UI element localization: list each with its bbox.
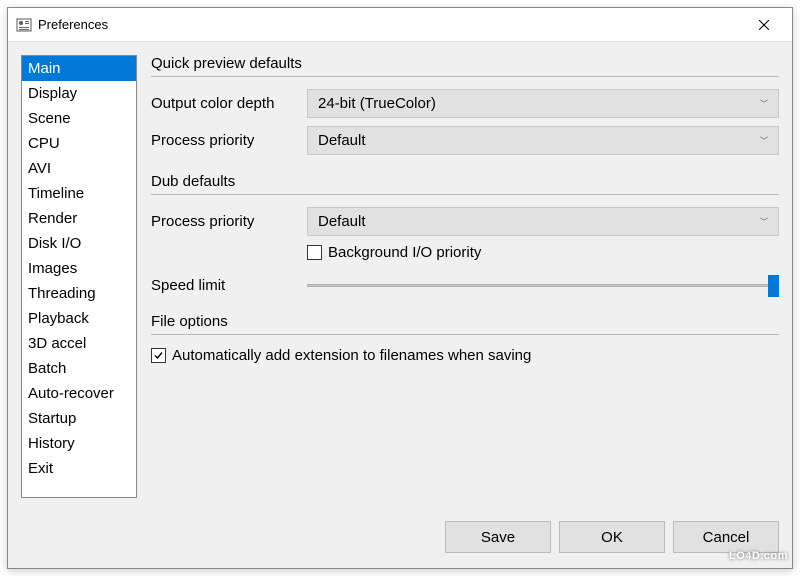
dropdown-dub-priority[interactable]: Default ﹀ xyxy=(307,207,779,236)
chevron-down-icon: ﹀ xyxy=(760,216,768,227)
dropdown-color-depth[interactable]: 24-bit (TrueColor) ﹀ xyxy=(307,89,779,118)
slider-speed-limit[interactable] xyxy=(307,275,779,295)
divider xyxy=(151,194,779,195)
divider xyxy=(151,334,779,335)
titlebar: Preferences xyxy=(8,8,792,42)
gear-icon xyxy=(16,17,32,33)
label-bg-io: Background I/O priority xyxy=(328,244,481,261)
row-dub-priority: Process priority Default ﹀ xyxy=(151,207,779,236)
row-speed-limit: Speed limit xyxy=(151,275,779,295)
sidebar-item-batch[interactable]: Batch xyxy=(22,356,136,381)
content-area: MainDisplaySceneCPUAVITimelineRenderDisk… xyxy=(8,42,792,568)
sidebar-item-display[interactable]: Display xyxy=(22,81,136,106)
group-title: Dub defaults xyxy=(151,173,779,190)
sidebar-item-timeline[interactable]: Timeline xyxy=(22,181,136,206)
row-quick-priority: Process priority Default ﹀ xyxy=(151,126,779,155)
sidebar-item-render[interactable]: Render xyxy=(22,206,136,231)
ok-button[interactable]: OK xyxy=(559,521,665,553)
label-priority: Process priority xyxy=(151,213,307,230)
group-title: Quick preview defaults xyxy=(151,55,779,72)
sidebar-item-main[interactable]: Main xyxy=(22,56,136,81)
close-button[interactable] xyxy=(744,10,784,40)
window-title: Preferences xyxy=(38,17,744,32)
sidebar-item-images[interactable]: Images xyxy=(22,256,136,281)
slider-track xyxy=(307,284,779,287)
divider xyxy=(151,76,779,77)
row-auto-ext: Automatically add extension to filenames… xyxy=(151,347,779,364)
slider-thumb[interactable] xyxy=(768,275,779,297)
close-icon xyxy=(759,20,769,30)
sidebar-item-history[interactable]: History xyxy=(22,431,136,456)
row-bg-io: Background I/O priority xyxy=(307,244,779,261)
label-speed-limit: Speed limit xyxy=(151,277,307,294)
checkbox-auto-ext[interactable] xyxy=(151,348,166,363)
checkbox-bg-io[interactable] xyxy=(307,245,322,260)
group-file-options: File options Automatically add extension… xyxy=(151,313,779,364)
group-quick-preview: Quick preview defaults Output color dept… xyxy=(151,55,779,155)
sidebar-item-disk-i-o[interactable]: Disk I/O xyxy=(22,231,136,256)
chevron-down-icon: ﹀ xyxy=(760,98,768,109)
dropdown-value: 24-bit (TrueColor) xyxy=(318,95,436,112)
label-color-depth: Output color depth xyxy=(151,95,307,112)
dropdown-value: Default xyxy=(318,132,366,149)
sidebar-item-threading[interactable]: Threading xyxy=(22,281,136,306)
sidebar-item-startup[interactable]: Startup xyxy=(22,406,136,431)
button-row: Save OK Cancel xyxy=(445,521,779,553)
dropdown-quick-priority[interactable]: Default ﹀ xyxy=(307,126,779,155)
sidebar-item-scene[interactable]: Scene xyxy=(22,106,136,131)
row-color-depth: Output color depth 24-bit (TrueColor) ﹀ xyxy=(151,89,779,118)
cancel-button[interactable]: Cancel xyxy=(673,521,779,553)
group-title: File options xyxy=(151,313,779,330)
label-auto-ext: Automatically add extension to filenames… xyxy=(172,347,531,364)
sidebar-item-3d-accel[interactable]: 3D accel xyxy=(22,331,136,356)
category-list[interactable]: MainDisplaySceneCPUAVITimelineRenderDisk… xyxy=(21,55,137,498)
chevron-down-icon: ﹀ xyxy=(760,135,768,146)
label-priority: Process priority xyxy=(151,132,307,149)
settings-panel: Quick preview defaults Output color dept… xyxy=(151,55,779,555)
preferences-window: Preferences MainDisplaySceneCPUAVITimeli… xyxy=(7,7,793,569)
sidebar-item-exit[interactable]: Exit xyxy=(22,456,136,481)
sidebar-item-avi[interactable]: AVI xyxy=(22,156,136,181)
dropdown-value: Default xyxy=(318,213,366,230)
sidebar-item-auto-recover[interactable]: Auto-recover xyxy=(22,381,136,406)
group-dub: Dub defaults Process priority Default ﹀ … xyxy=(151,173,779,295)
sidebar-item-playback[interactable]: Playback xyxy=(22,306,136,331)
save-button[interactable]: Save xyxy=(445,521,551,553)
sidebar-item-cpu[interactable]: CPU xyxy=(22,131,136,156)
